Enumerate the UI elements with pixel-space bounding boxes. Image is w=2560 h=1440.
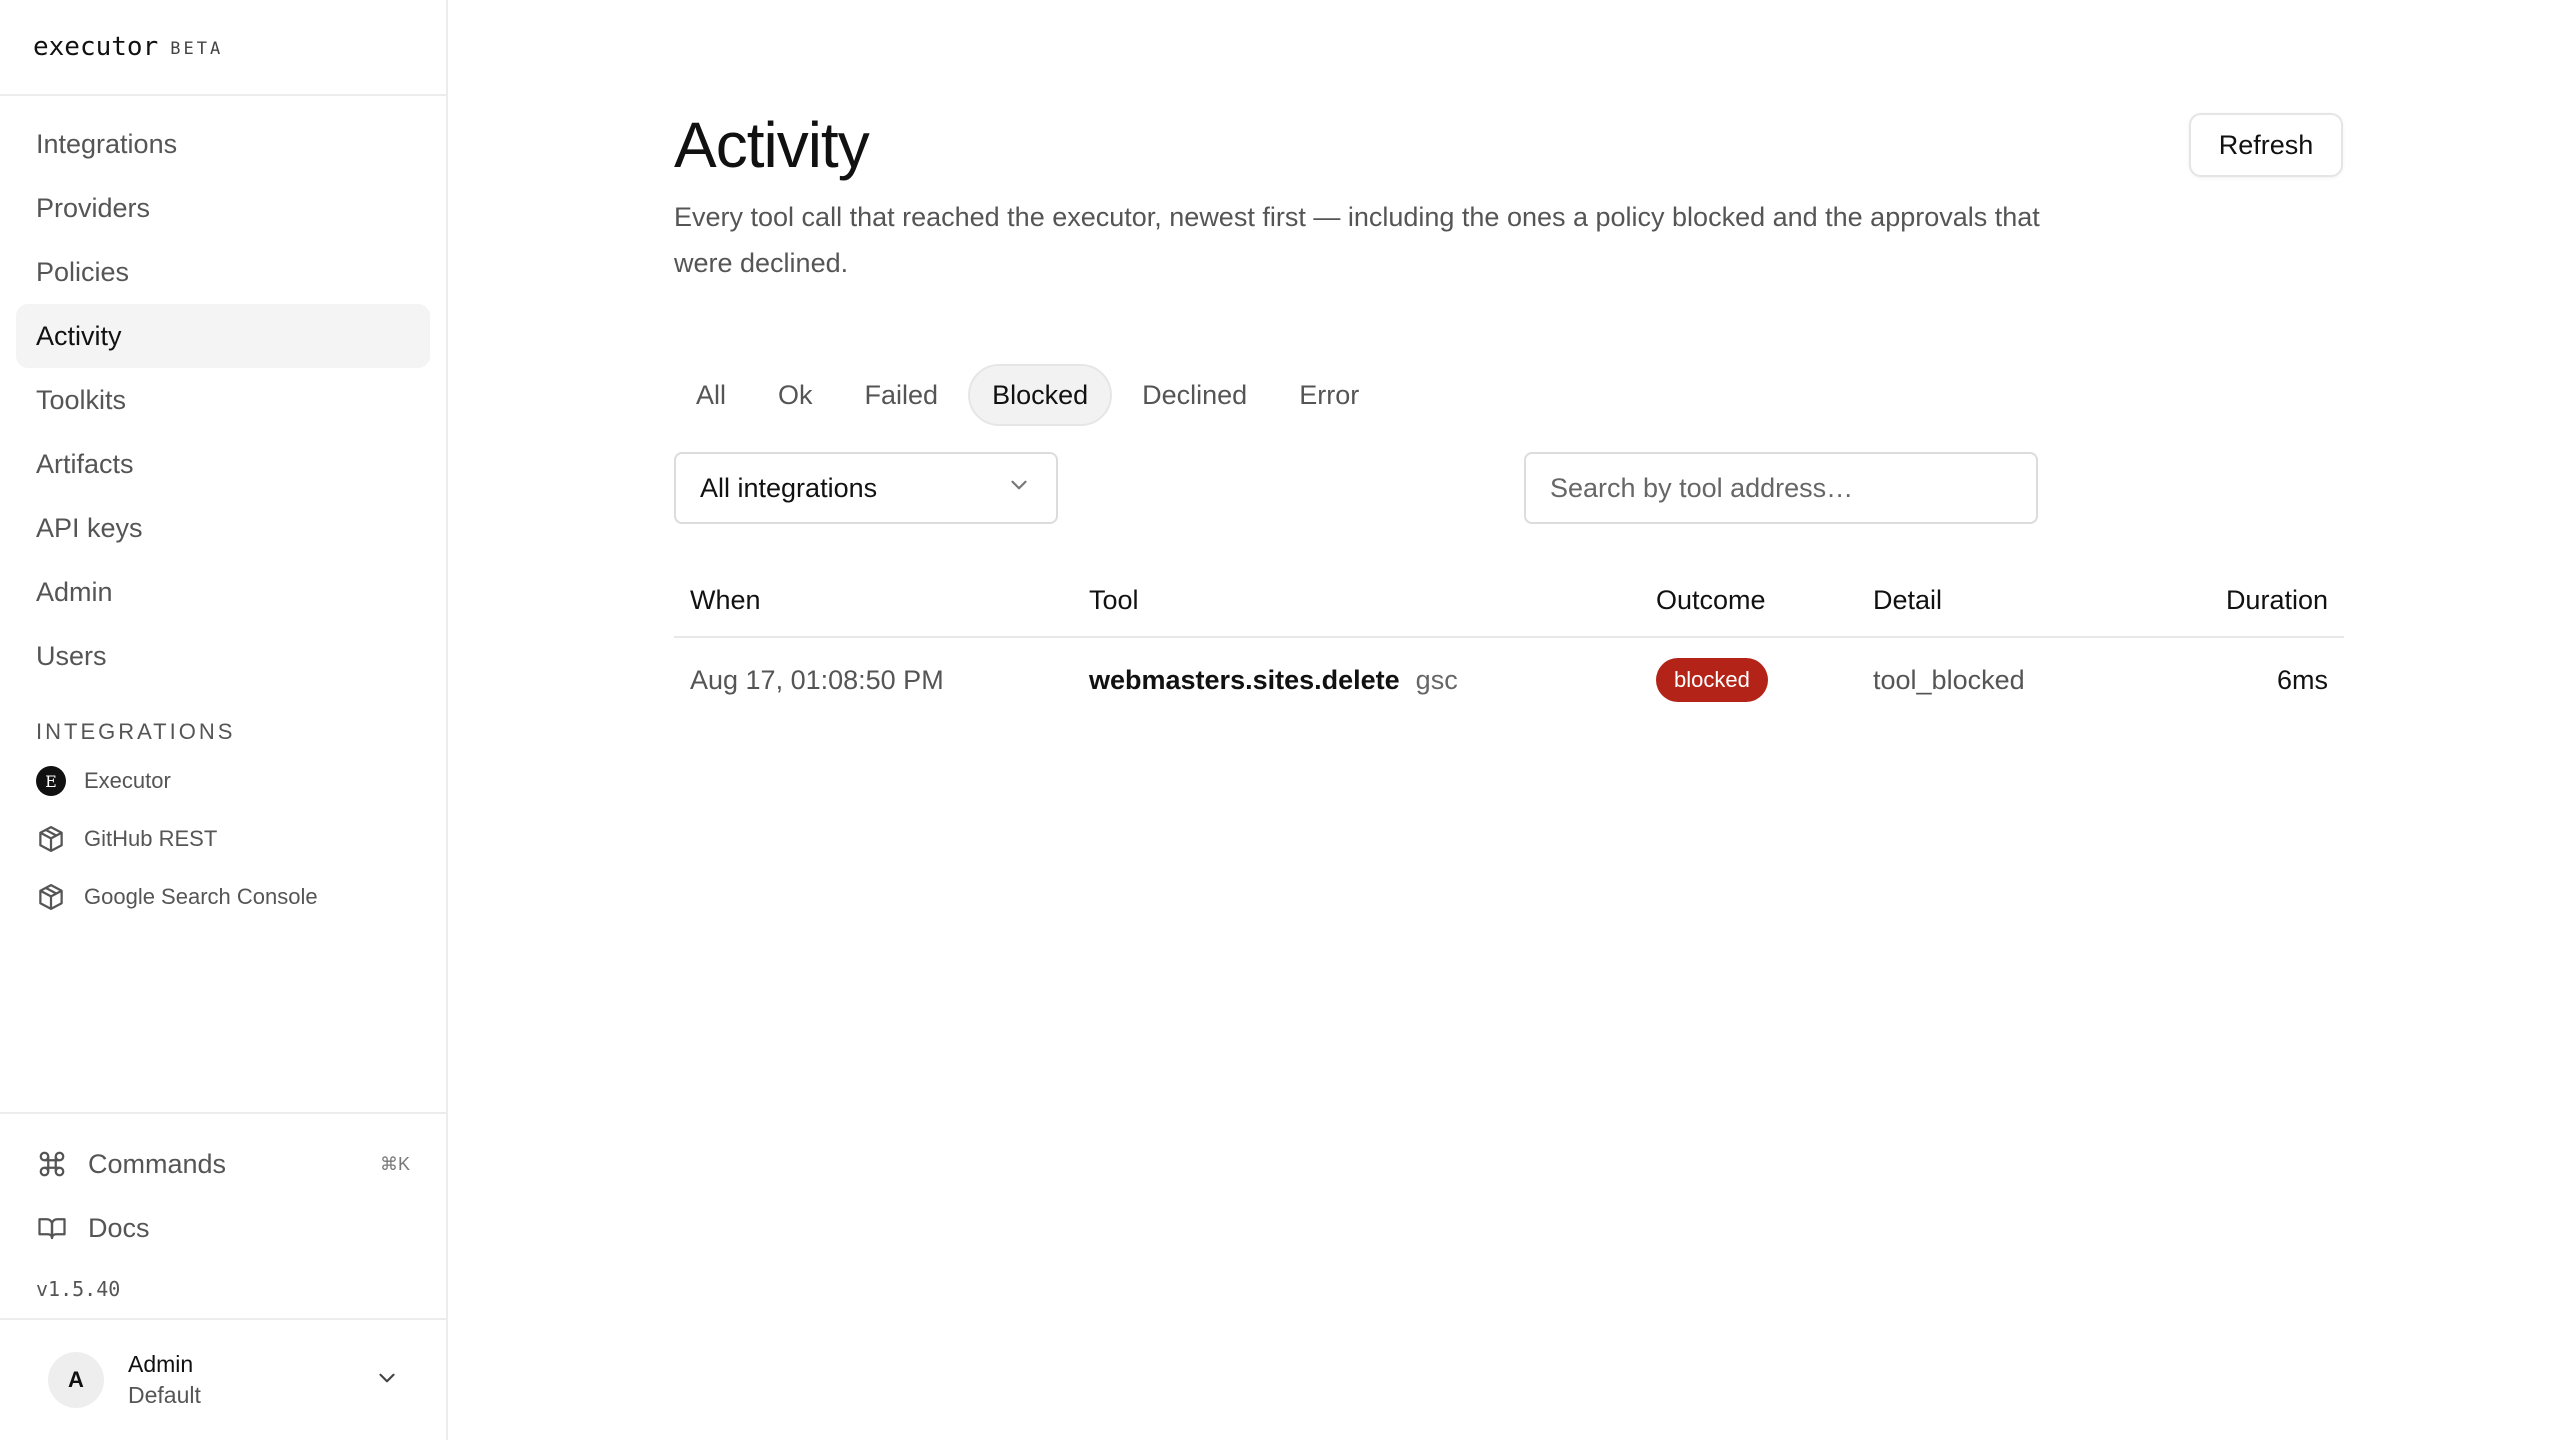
- integration-select[interactable]: All integrations: [674, 452, 1058, 524]
- column-header-detail[interactable]: Detail: [1873, 585, 2144, 616]
- sidebar-item-admin[interactable]: Admin: [16, 560, 430, 624]
- activity-table: When Tool Outcome Detail Duration Aug 17…: [674, 564, 2344, 722]
- page-title: Activity: [674, 109, 870, 181]
- sidebar-item-artifacts[interactable]: Artifacts: [16, 432, 430, 496]
- integration-label: Google Search Console: [84, 884, 318, 909]
- tab-error[interactable]: Error: [1277, 364, 1381, 426]
- sidebar-item-toolkits[interactable]: Toolkits: [16, 368, 430, 432]
- user-info: Admin Default: [128, 1351, 201, 1409]
- avatar: A: [48, 1352, 104, 1408]
- integration-select-value: All integrations: [700, 472, 878, 503]
- cell-duration: 6ms: [2276, 664, 2328, 695]
- integration-label: Executor: [84, 768, 171, 793]
- tab-declined[interactable]: Declined: [1120, 364, 1269, 426]
- tab-all[interactable]: All: [674, 364, 748, 426]
- tab-failed[interactable]: Failed: [843, 364, 961, 426]
- cell-tool: webmasters.sites.delete gsc: [1089, 665, 1656, 696]
- column-header-outcome[interactable]: Outcome: [1656, 585, 1873, 616]
- app-root: executor BETA Integrations Providers Pol…: [0, 0, 2560, 1440]
- table-row[interactable]: Aug 17, 01:08:50 PM webmasters.sites.del…: [674, 638, 2344, 722]
- user-menu[interactable]: A Admin Default: [0, 1318, 446, 1440]
- refresh-button[interactable]: Refresh: [2189, 113, 2343, 177]
- cell-outcome: blocked: [1656, 658, 1873, 702]
- page-description: Every tool call that reached the executo…: [674, 202, 2040, 278]
- user-workspace: Default: [128, 1382, 201, 1408]
- command-icon: [36, 1148, 68, 1180]
- docs-label: Docs: [88, 1212, 150, 1243]
- column-header-tool[interactable]: Tool: [1089, 585, 1656, 616]
- tab-blocked[interactable]: Blocked: [968, 364, 1113, 426]
- outcome-filter-tabs: All Ok Failed Blocked Declined Error: [674, 364, 1389, 426]
- sidebar-nav: Integrations Providers Policies Activity…: [0, 96, 446, 688]
- sidebar-item-api-keys[interactable]: API keys: [16, 496, 430, 560]
- commands-button[interactable]: Commands ⌘K: [0, 1132, 446, 1196]
- tool-address: webmasters.sites.delete: [1089, 664, 1400, 695]
- status-badge: blocked: [1656, 658, 1768, 702]
- package-icon: [36, 824, 66, 854]
- sidebar-item-policies[interactable]: Policies: [16, 240, 430, 304]
- table-header: When Tool Outcome Detail Duration: [674, 564, 2344, 638]
- tool-search-input[interactable]: [1524, 452, 2038, 524]
- app-version: v1.5.40: [36, 1277, 121, 1301]
- integrations-section-label: INTEGRATIONS: [36, 719, 236, 744]
- brand-name: executor: [33, 32, 159, 62]
- executor-logo-icon: E: [36, 766, 66, 796]
- user-name: Admin: [128, 1351, 194, 1377]
- commands-label: Commands: [88, 1148, 227, 1179]
- cell-when: Aug 17, 01:08:50 PM: [690, 664, 944, 695]
- column-header-duration[interactable]: Duration: [2144, 585, 2344, 616]
- package-icon: [36, 882, 66, 912]
- sidebar-item-users[interactable]: Users: [16, 624, 430, 688]
- commands-shortcut: ⌘K: [379, 1153, 410, 1174]
- integration-label: GitHub REST: [84, 826, 218, 851]
- chevron-down-icon: [374, 1365, 400, 1396]
- sidebar-footer: Commands ⌘K Docs v1.5.40: [0, 1112, 446, 1318]
- tool-namespace: gsc: [1415, 664, 1458, 695]
- sidebar-item-activity[interactable]: Activity: [16, 304, 430, 368]
- sidebar-integration-google-search-console[interactable]: Google Search Console: [0, 868, 446, 926]
- sidebar-item-integrations[interactable]: Integrations: [16, 112, 430, 176]
- brand-beta-tag: BETA: [170, 39, 224, 59]
- cell-detail: tool_blocked: [1873, 664, 2025, 695]
- chevron-down-icon: [1006, 472, 1032, 505]
- sidebar: executor BETA Integrations Providers Pol…: [0, 0, 448, 1440]
- sidebar-item-providers[interactable]: Providers: [16, 176, 430, 240]
- sidebar-integration-github-rest[interactable]: GitHub REST: [0, 810, 446, 868]
- sidebar-integration-executor[interactable]: E Executor: [0, 752, 446, 810]
- docs-link[interactable]: Docs: [0, 1196, 446, 1260]
- book-open-icon: [36, 1212, 68, 1244]
- brand[interactable]: executor BETA: [0, 0, 446, 96]
- tab-ok[interactable]: Ok: [756, 364, 835, 426]
- column-header-when[interactable]: When: [674, 585, 1089, 616]
- main-content: Activity Every tool call that reached th…: [448, 0, 2560, 1440]
